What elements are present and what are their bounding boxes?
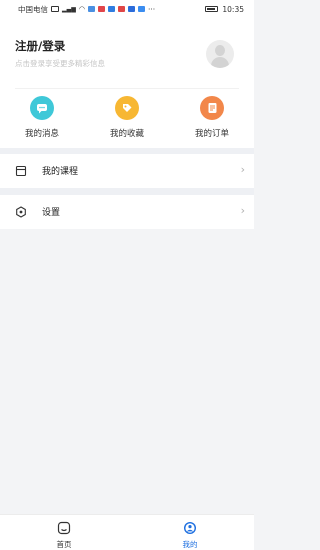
avatar-head-icon	[215, 45, 225, 56]
signal-icon: ▂▄▆	[62, 5, 76, 13]
quick-action-label: 我的收藏	[109, 129, 144, 139]
menu-item-settings[interactable]: 设置 ›	[0, 195, 254, 229]
login-subtitle: 点击登录享受更多精彩信息	[15, 59, 105, 68]
app-notification-icon	[127, 6, 135, 12]
quick-action-label: 我的订单	[194, 129, 229, 139]
chat-bubble-icon	[30, 96, 54, 120]
profile-tab-icon	[184, 522, 196, 534]
clock-time: 10:35	[222, 4, 244, 14]
wifi-icon: ◠	[78, 5, 85, 13]
menu-item-my-courses[interactable]: 我的课程 ›	[0, 154, 254, 188]
menu-item-label: 我的课程	[42, 167, 79, 177]
settings-hexagon-icon	[16, 206, 26, 218]
quick-action-orders[interactable]: 我的订单	[182, 96, 242, 144]
more-notifications-icon: ···	[147, 4, 156, 14]
hd-icon	[51, 6, 59, 12]
quick-action-messages[interactable]: 我的消息	[12, 96, 72, 144]
section-spacer	[0, 188, 254, 195]
bottom-tab-bar: 首页 我的	[0, 514, 254, 550]
carrier-label: 中国电信	[18, 4, 48, 14]
status-left: 中国电信 ▂▄▆ ◠ ···	[18, 4, 155, 15]
order-document-icon	[200, 96, 224, 120]
tab-label: 我的	[182, 540, 198, 549]
app-notification-icon	[87, 6, 95, 12]
app-notification-icon	[107, 6, 115, 12]
tag-icon	[115, 96, 139, 120]
battery-icon	[205, 6, 219, 12]
divider	[15, 88, 239, 89]
tab-home[interactable]: 首页	[34, 518, 94, 550]
tab-mine[interactable]: 我的	[160, 518, 220, 550]
app-notification-icon	[137, 6, 145, 12]
quick-action-favorites[interactable]: 我的收藏	[97, 96, 157, 144]
status-right: 10:35	[205, 5, 244, 14]
app-notification-icon	[117, 6, 125, 12]
chevron-right-icon: ›	[240, 163, 245, 176]
status-bar: 中国电信 ▂▄▆ ◠ ··· 10:35	[0, 0, 254, 18]
course-book-icon	[15, 165, 27, 177]
avatar-body-icon	[211, 57, 229, 68]
tab-label: 首页	[56, 540, 72, 549]
profile-card: 注册/登录 点击登录享受更多精彩信息 我的消息 我的收藏 我的订单	[0, 18, 254, 148]
home-icon	[57, 521, 71, 535]
login-register-link[interactable]: 注册/登录	[15, 38, 65, 54]
app-notification-icon	[97, 6, 105, 12]
quick-action-label: 我的消息	[24, 129, 59, 139]
chevron-right-icon: ›	[240, 204, 245, 217]
menu-item-label: 设置	[42, 208, 61, 218]
avatar[interactable]	[206, 40, 234, 68]
